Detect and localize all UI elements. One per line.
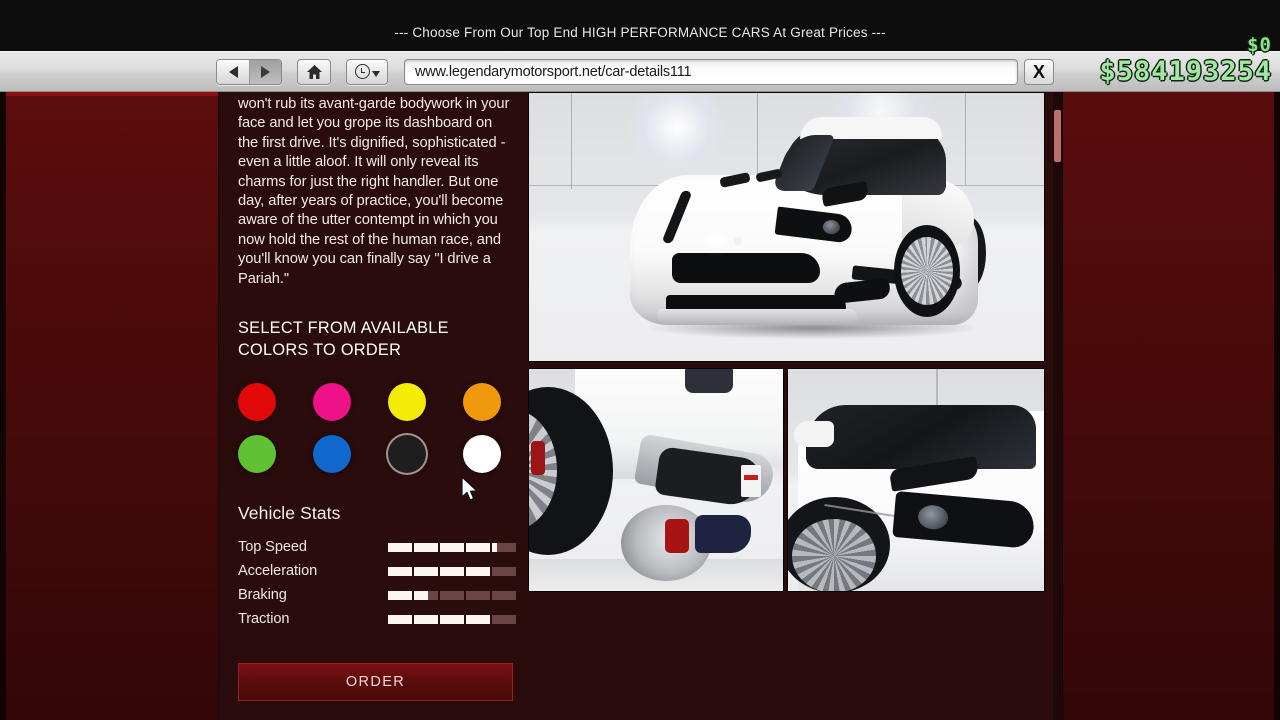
color-swatch-orange[interactable] (463, 383, 501, 422)
stat-segment-fill (466, 566, 490, 576)
stat-segment-fill (388, 542, 412, 552)
webpage-body: won't rub its avant-garde bodywork in yo… (0, 92, 1280, 720)
stat-segment-fill (414, 614, 438, 624)
stat-row: Acceleration (238, 559, 530, 583)
stat-segment-fill (414, 590, 429, 600)
url-text: www.legendarymotorsport.net/car-details1… (415, 63, 692, 80)
stat-label: Top Speed (238, 539, 307, 556)
color-swatch-yellow[interactable] (388, 383, 426, 422)
stat-segment-fill (388, 566, 412, 576)
game-screen: --- Choose From Our Top End HIGH PERFORM… (0, 0, 1280, 720)
stat-segment (388, 566, 412, 576)
stat-segment-fill (492, 542, 497, 552)
stat-segment (440, 590, 464, 600)
stat-segment (414, 542, 438, 552)
colors-heading: SELECT FROM AVAILABLE COLORS TO ORDER (238, 319, 449, 360)
banner-text: --- Choose From Our Top End HIGH PERFORM… (394, 24, 886, 40)
page-right-edge (1274, 92, 1280, 720)
color-swatch-red[interactable] (238, 383, 276, 422)
color-swatch-magenta[interactable] (313, 383, 351, 422)
close-button[interactable]: X (1024, 58, 1054, 85)
stat-bar (388, 542, 516, 552)
wheel-closeup-illustration (529, 369, 783, 591)
vehicle-description: won't rub its avant-garde bodywork in yo… (238, 96, 510, 287)
stat-segment-fill (440, 614, 464, 624)
stat-segment (388, 590, 412, 600)
home-icon (306, 64, 322, 79)
money-hud: $0 $584193254 (1099, 34, 1272, 87)
vehicle-thumbnail-wheel[interactable] (528, 368, 784, 592)
stat-segment (388, 542, 412, 552)
history-button[interactable] (346, 58, 388, 85)
vehicle-thumbnail-headlight[interactable] (787, 368, 1045, 592)
color-swatch-green[interactable] (238, 435, 276, 474)
bank-amount: $584193254 (1099, 56, 1272, 87)
cash-amount: $0 (1247, 34, 1272, 56)
arrow-right-icon (261, 65, 270, 78)
arrow-left-icon (228, 65, 238, 78)
vehicle-stats-title: Vehicle Stats (238, 503, 341, 524)
stat-segment-fill (414, 542, 438, 552)
site-banner: --- Choose From Our Top End HIGH PERFORM… (0, 0, 1280, 51)
color-swatch-white[interactable] (463, 435, 501, 474)
car-illustration (624, 113, 986, 343)
stat-segment (440, 566, 464, 576)
page-left-edge (0, 92, 6, 720)
headlight-closeup-illustration (788, 369, 1044, 591)
page-right-background (1063, 92, 1280, 720)
stat-label: Traction (238, 611, 290, 628)
stat-bar (388, 614, 516, 624)
stat-segment (492, 542, 516, 552)
stat-segment (492, 566, 516, 576)
stat-segment (440, 614, 464, 624)
stat-segment (414, 566, 438, 576)
stat-segment-fill (414, 566, 438, 576)
forward-button[interactable] (249, 59, 281, 84)
stat-row: Braking (238, 583, 530, 607)
back-button[interactable] (217, 59, 249, 84)
stat-segment (414, 590, 438, 600)
stat-row: Traction (238, 607, 530, 631)
stat-segment-fill (440, 566, 464, 576)
stat-segment (492, 614, 516, 624)
details-left-column: won't rub its avant-garde bodywork in yo… (238, 92, 530, 720)
stat-segment (466, 590, 490, 600)
stat-segment (414, 614, 438, 624)
clock-icon (354, 64, 370, 79)
stat-segment (388, 614, 412, 624)
stat-label: Braking (238, 587, 287, 604)
stat-bar (388, 566, 516, 576)
stat-segment (466, 566, 490, 576)
car-details-panel: won't rub its avant-garde bodywork in yo… (218, 92, 1063, 720)
stat-row: Top Speed (238, 535, 530, 559)
stat-segment-fill (388, 614, 412, 624)
vehicle-image-gallery (528, 92, 1055, 720)
color-swatch-black[interactable] (388, 435, 426, 474)
stat-segment (466, 614, 490, 624)
color-swatch-blue[interactable] (313, 435, 351, 474)
address-bar[interactable]: www.legendarymotorsport.net/car-details1… (404, 58, 1018, 85)
stat-segment-fill (440, 542, 464, 552)
scrollbar-thumb[interactable] (1054, 110, 1061, 162)
vehicle-main-image[interactable] (528, 92, 1045, 362)
nav-button-group (216, 58, 282, 85)
home-button[interactable] (297, 58, 331, 85)
order-button[interactable]: ORDER (238, 663, 513, 702)
color-swatch-grid (238, 383, 530, 474)
stat-bar (388, 590, 516, 600)
stat-segment (492, 590, 516, 600)
stat-label: Acceleration (238, 563, 318, 580)
stat-segment-fill (466, 614, 490, 624)
stat-segment (466, 542, 490, 552)
vehicle-stats-list: Top Speed Acceleration Braking Traction (238, 535, 530, 631)
stat-segment (440, 542, 464, 552)
stat-segment-fill (388, 590, 412, 600)
browser-toolbar: www.legendarymotorsport.net/car-details1… (0, 51, 1280, 92)
stat-segment-fill (466, 542, 490, 552)
chevron-down-icon (371, 71, 380, 77)
